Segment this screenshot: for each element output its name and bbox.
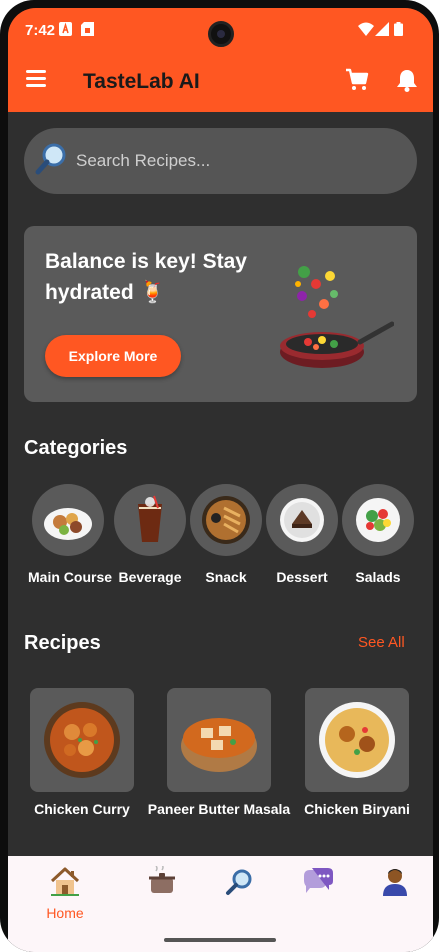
search-bar[interactable] [24,128,417,194]
explore-more-button[interactable]: Explore More [45,335,181,377]
recipes-title: Recipes [24,632,101,654]
recipe-label: Paneer Butter Masala [147,801,291,817]
recipe-card[interactable]: Chicken Biryani [282,688,432,817]
recipe-image [305,688,409,792]
beverage-icon [138,495,162,542]
recipe-image [30,688,134,792]
bottom-navigation: Home [8,856,433,952]
nav-chat[interactable] [288,866,348,903]
category-beverage[interactable]: Beverage [110,484,190,585]
nav-search[interactable] [209,866,269,903]
category-label: Beverage [118,569,182,585]
see-all-link[interactable]: See All [358,634,405,651]
app-bar: TasteLab AI [8,50,433,112]
device-frame: 7:42 TasteLab AI Balance is key! Stay hy… [0,0,439,952]
home-indicator[interactable] [164,938,276,942]
category-label: Dessert [276,569,328,585]
category-label: Main Course [28,569,113,585]
recipe-image [167,688,271,792]
category-main-course[interactable]: Main Course [28,484,113,585]
recipe-label: Chicken Curry [34,801,130,817]
dessert-icon [280,498,324,542]
search-icon [226,869,252,895]
category-image [342,484,414,556]
category-image [114,484,186,556]
status-time: 7:42 [25,22,56,39]
magnifier-icon [35,143,66,175]
nav-home-label: Home [46,905,84,921]
wifi-icon [358,22,374,36]
nav-profile[interactable] [365,866,425,903]
snack-icon [202,496,250,544]
nav-home[interactable]: Home [35,866,95,921]
search-input[interactable] [76,146,396,176]
front-camera [208,21,234,47]
category-image [190,484,262,556]
recipe-card[interactable]: Paneer Butter Masala [144,688,294,817]
category-label: Snack [205,569,247,585]
category-image [266,484,338,556]
home-icon [50,867,80,896]
cooking-pot-icon [149,864,175,893]
chat-icon [304,868,333,893]
chicken-curry-image [44,702,120,778]
recipe-card[interactable]: Chicken Curry [8,688,157,817]
frying-pan-illustration [280,266,394,368]
category-snack[interactable]: Snack [186,484,266,585]
categories-title: Categories [24,437,128,459]
cart-icon[interactable] [345,68,369,92]
keyboard-status-icon [59,22,72,36]
app-screen: 7:42 TasteLab AI Balance is key! Stay hy… [8,8,433,952]
menu-icon[interactable] [26,70,46,88]
status-bar: 7:42 [8,8,433,50]
sim-card-icon [81,22,94,36]
bell-icon[interactable] [396,68,418,92]
chicken-biryani-image [319,702,395,778]
profile-icon [383,869,407,896]
category-salads[interactable]: Salads [338,484,418,585]
recipe-label: Chicken Biryani [304,801,410,817]
nav-recipes[interactable] [132,864,192,903]
category-image [32,484,104,556]
paneer-butter-masala-image [181,718,257,772]
signal-icon [375,22,389,36]
category-dessert[interactable]: Dessert [262,484,342,585]
main-course-icon [44,508,92,540]
app-title: TasteLab AI [83,70,200,93]
promo-headline: Balance is key! Stay hydrated 🍹 [45,250,247,304]
promo-banner: Balance is key! Stay hydrated 🍹 Explore … [24,226,417,402]
category-label: Salads [355,569,401,585]
battery-icon [394,22,403,36]
salad-icon [356,498,400,542]
